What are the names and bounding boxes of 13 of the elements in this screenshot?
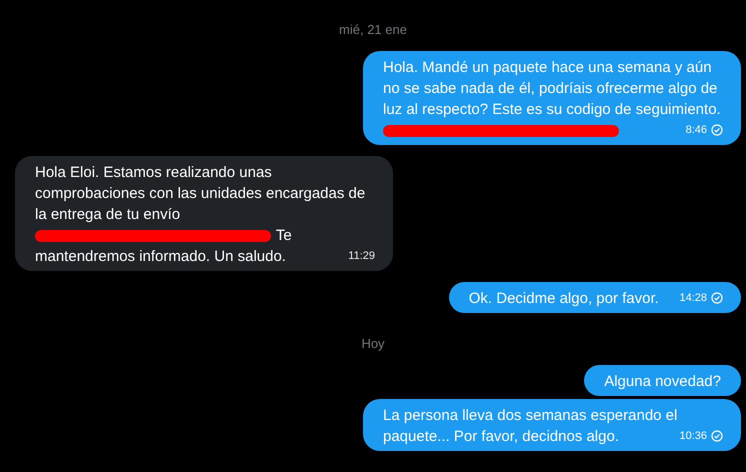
message-text: La persona lleva dos semanas esperando el paquete... Por favor, decidnos algo. — [383, 407, 678, 445]
message-text: Alguna novedad? — [604, 373, 721, 390]
date-separator: mié, 21 ene — [339, 21, 407, 39]
date-separator: Hoy — [361, 335, 385, 353]
message-text: Ok. Decidme algo, por favor. — [468, 290, 659, 307]
message-text: Te — [276, 227, 292, 244]
message-text: Hola. Mandé un paquete hace una semana y aún no se sabe nada de él, podríais ofrecerme algo de luz al respecto? Este es su codigo de seguimiento. — [383, 59, 721, 118]
message-time: 11:29 — [348, 249, 375, 263]
message-time: 14:28 — [679, 291, 707, 305]
message-time: 10:36 — [679, 429, 707, 443]
message-time: 8:46 — [686, 123, 707, 137]
message-text: mantendremos informado. Un saludo. — [35, 248, 286, 265]
message-text: Hola Eloi. Estamos realizando unas comprobaciones con las unidades encargadas de la entrega de tu envío — [35, 164, 366, 223]
